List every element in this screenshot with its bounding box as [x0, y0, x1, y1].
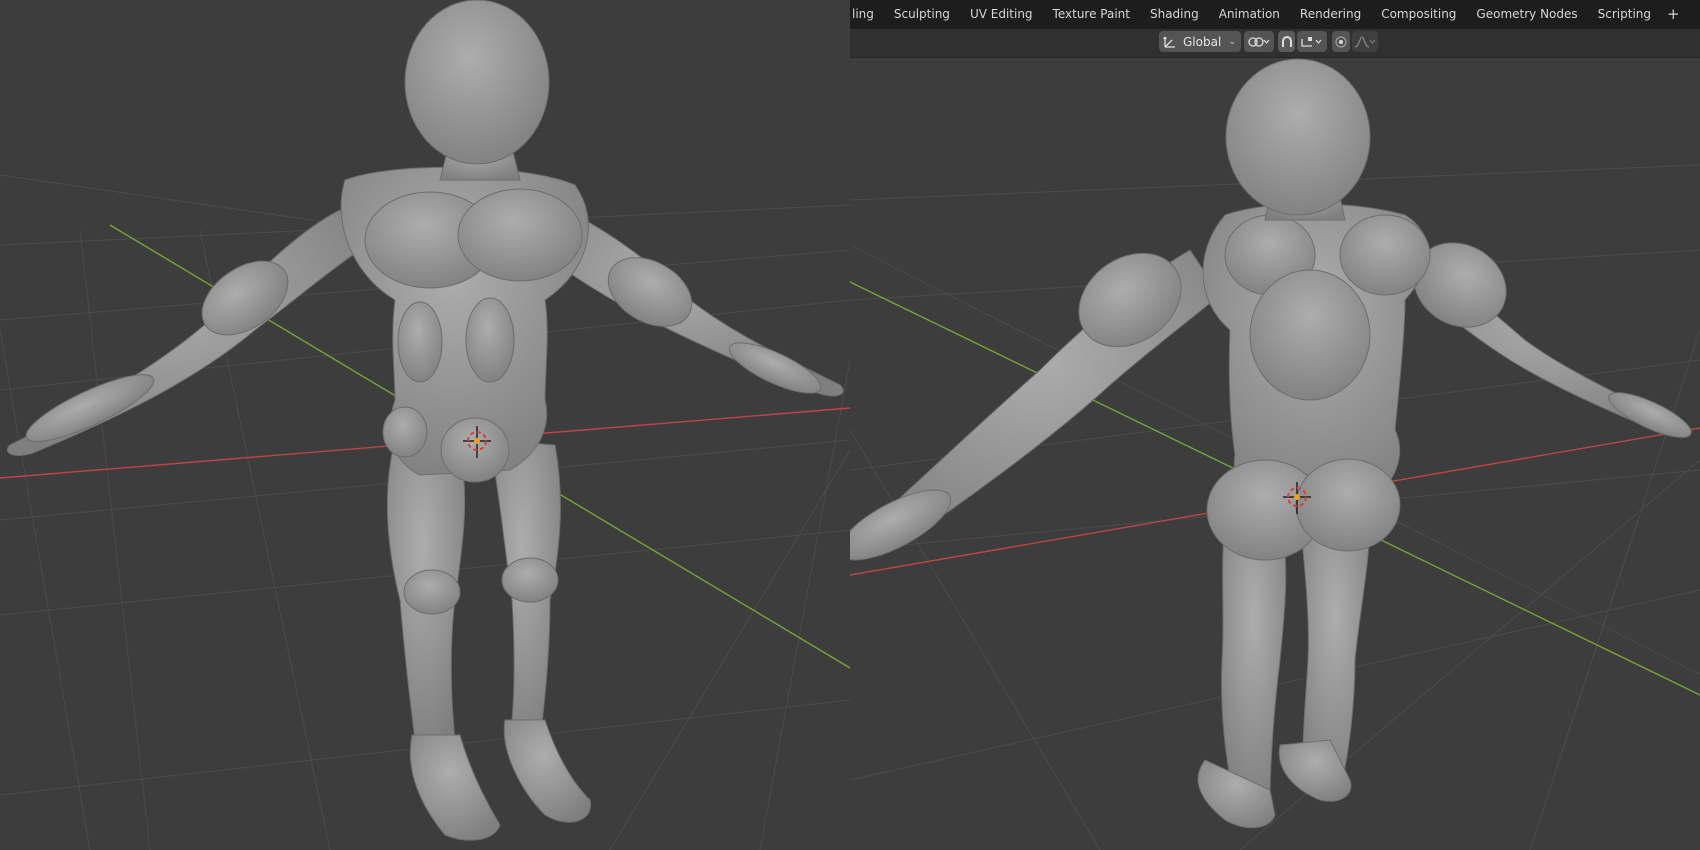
tab-compositing[interactable]: Compositing	[1371, 0, 1466, 29]
proportional-editing-button[interactable]	[1332, 31, 1350, 52]
chevron-down-icon: ⌄	[1228, 36, 1236, 47]
magnet-snap-icon	[1281, 35, 1292, 47]
proportional-editing-icon	[1335, 36, 1347, 47]
tab-shading[interactable]: Shading	[1140, 0, 1209, 29]
head	[404, 0, 550, 165]
add-workspace-button[interactable]: +	[1661, 0, 1686, 29]
viewport-header	[850, 29, 1700, 58]
transform-orientation-label: Global	[1183, 34, 1222, 49]
tab-animation[interactable]: Animation	[1209, 0, 1290, 29]
snap-target-icon	[1301, 36, 1322, 47]
left-scene	[0, 0, 850, 850]
head	[1225, 58, 1371, 216]
falloff-curve-icon	[1354, 35, 1376, 48]
tab-texture-paint[interactable]: Texture Paint	[1043, 0, 1140, 29]
right-scene	[850, 58, 1700, 850]
transform-orientation-dropdown[interactable]: Global ⌄	[1159, 31, 1241, 52]
tab-rendering[interactable]: Rendering	[1290, 0, 1371, 29]
tab-scripting[interactable]: Scripting	[1588, 0, 1661, 29]
workspace-tab-bar: ling Sculpting UV Editing Texture Paint …	[850, 0, 1700, 29]
tab-uv-editing[interactable]: UV Editing	[960, 0, 1043, 29]
tab-sculpting[interactable]: Sculpting	[884, 0, 960, 29]
pivot-link-icon	[1248, 36, 1270, 47]
pivot-point-dropdown[interactable]	[1244, 31, 1274, 52]
tab-geometry-nodes[interactable]: Geometry Nodes	[1466, 0, 1587, 29]
humanoid-mesh[interactable]	[7, 0, 844, 841]
snap-target-dropdown[interactable]	[1297, 31, 1327, 52]
proportional-falloff-dropdown[interactable]	[1352, 31, 1378, 52]
left-3d-viewport[interactable]	[0, 0, 850, 850]
tab-modeling[interactable]: ling	[850, 0, 884, 29]
transform-orientation-icon	[1163, 36, 1175, 48]
right-3d-viewport[interactable]: ling Sculpting UV Editing Texture Paint …	[850, 0, 1700, 850]
humanoid-mesh[interactable]	[850, 58, 1696, 829]
snap-toggle-button[interactable]	[1278, 31, 1295, 52]
